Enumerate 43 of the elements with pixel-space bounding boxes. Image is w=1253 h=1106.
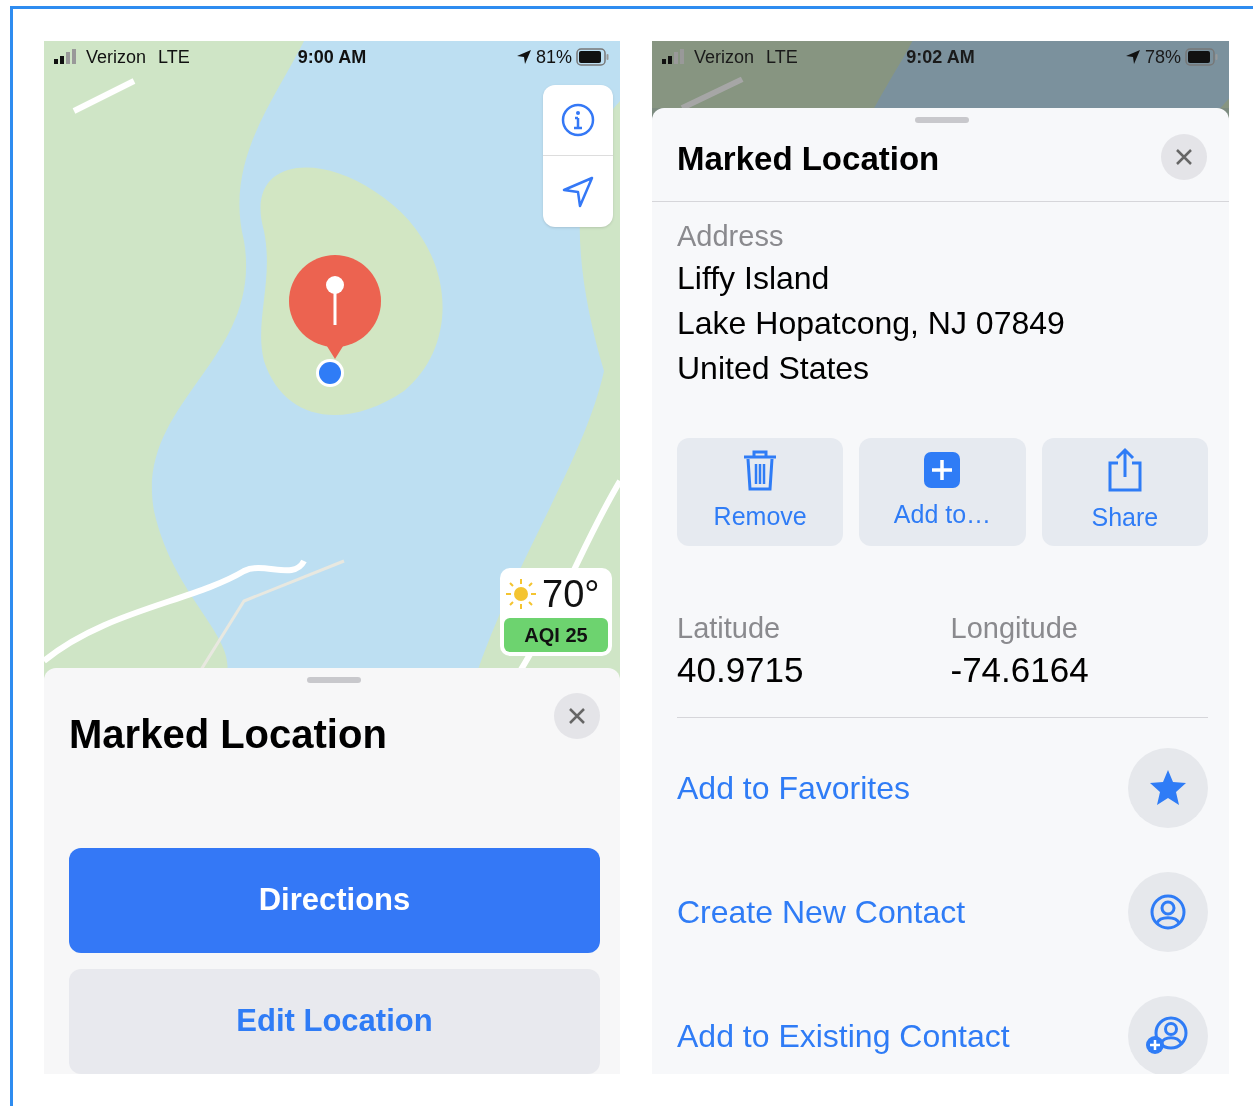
- close-icon: [567, 706, 587, 726]
- coordinate-value: -74.6164: [950, 649, 1090, 691]
- trash-button[interactable]: Remove: [677, 438, 844, 546]
- location-arrow-icon: [1124, 49, 1141, 65]
- person-circle-icon: [1148, 892, 1188, 932]
- list-action-link[interactable]: Add to Existing Contact: [677, 1012, 1010, 1060]
- address-label: Address: [677, 219, 785, 254]
- status-time: 9:02 AM: [906, 45, 975, 69]
- address-line: Lake Hopatcong, NJ 07849: [677, 304, 1065, 343]
- carrier-name: Verizon: [694, 45, 755, 69]
- coordinate-value: 40.9715: [677, 649, 805, 691]
- battery-icon: [1185, 48, 1219, 66]
- edit-location-button[interactable]: Edit Location: [69, 969, 600, 1074]
- address-line: Liffy Island: [677, 259, 831, 298]
- sheet-title: Marked Location: [69, 711, 387, 758]
- location-arrow-icon: [515, 49, 532, 65]
- sun-icon: [504, 577, 538, 611]
- address-line: United States: [677, 349, 871, 388]
- grabber-handle[interactable]: [915, 117, 969, 123]
- coordinate-label: Latitude: [677, 611, 782, 646]
- battery-percent: 78%: [1144, 45, 1181, 69]
- network-type: LTE: [766, 45, 798, 69]
- network-type: LTE: [158, 45, 190, 69]
- status-time: 9:00 AM: [297, 45, 367, 69]
- carrier-name: Verizon: [86, 45, 147, 69]
- temperature: 70°: [542, 575, 600, 613]
- directions-button[interactable]: Directions: [69, 848, 600, 953]
- close-icon: [1174, 147, 1194, 167]
- plus-square-icon: [922, 450, 963, 491]
- list-action-link[interactable]: Create New Contact: [677, 888, 966, 936]
- aqi-badge: AQI 25: [504, 618, 608, 652]
- sheet-title: Marked Location: [677, 139, 940, 179]
- battery-icon: [576, 48, 610, 66]
- add-button[interactable]: Add to…: [859, 438, 1026, 546]
- star-icon: [1148, 768, 1188, 808]
- grabber-handle[interactable]: [307, 677, 361, 683]
- coordinate-label: Longitude: [950, 611, 1079, 646]
- close-button[interactable]: [554, 693, 600, 739]
- info-icon: [560, 102, 596, 138]
- battery-percent: 81%: [535, 45, 572, 69]
- close-button[interactable]: [1161, 134, 1207, 180]
- share-button[interactable]: Share: [1041, 438, 1208, 546]
- list-action-link[interactable]: Add to Favorites: [677, 764, 910, 812]
